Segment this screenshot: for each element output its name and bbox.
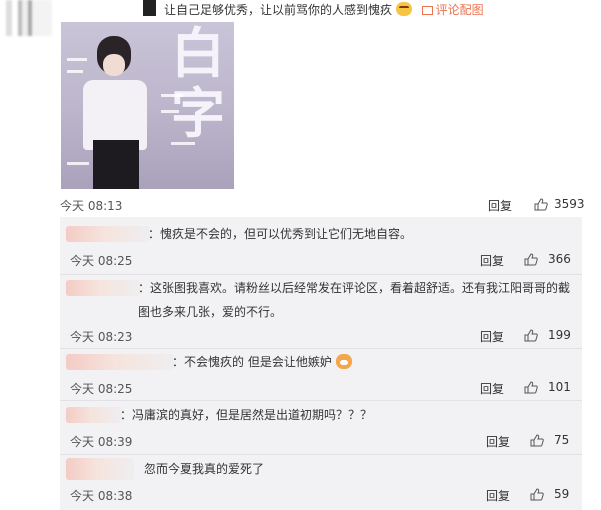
comment-picture-label: 评论配图 (435, 3, 484, 17)
reply-list: ：愧疚是不会的，但可以优秀到让它们无地自容。 今天 08:25 回复 366 ：… (60, 217, 582, 510)
reply-text: ：不会愧疚的 但是会让他嫉妒 (172, 350, 352, 374)
reply-meta: 今天 08:23 回复 199 (70, 328, 578, 344)
thumbs-up-icon[interactable] (534, 198, 548, 211)
reply-username-redacted[interactable] (66, 458, 134, 480)
comment-time: 今天 08:13 (60, 199, 123, 213)
reply-meta: 今天 08:38 回复 59 (70, 487, 578, 503)
poster-line (67, 58, 87, 61)
weary-face-emoji-icon (395, 2, 412, 16)
like-count: 59 (554, 487, 570, 501)
reply-meta: 今天 08:25 回复 101 (70, 380, 578, 396)
poster-line (67, 70, 83, 73)
reply-time: 今天 08:23 (70, 330, 133, 344)
thumbs-up-icon[interactable] (524, 329, 538, 342)
thumbs-up-icon[interactable] (524, 381, 538, 394)
comment-picture-link[interactable]: 评论配图 (421, 3, 484, 17)
blurred-avatar[interactable] (6, 0, 52, 36)
reply-meta: 今天 08:25 回复 366 (70, 252, 578, 268)
poster-line (67, 162, 89, 165)
reply-item: ：冯庸滨的真好，但是居然是出道初期吗？？？ 今天 08:39 回复 75 (60, 401, 582, 455)
reply-time: 今天 08:25 (70, 254, 133, 268)
like-count: 3593 (554, 197, 585, 211)
poster-line (171, 142, 195, 145)
person-pants (93, 140, 139, 189)
reply-text: 忽而今夏我真的爱死了 (144, 462, 265, 476)
reply-text-content: ：不会愧疚的 但是会让他嫉妒 (172, 355, 332, 369)
reply-button[interactable]: 回复 (480, 328, 504, 345)
like-count: 75 (554, 433, 570, 447)
reply-text: ：愧疚是不会的，但可以优秀到让它们无地自容。 (148, 227, 413, 241)
thumbs-up-icon[interactable] (530, 434, 544, 447)
reply-meta: 今天 08:39 回复 75 (70, 433, 578, 449)
reply-item: 忽而今夏我真的爱死了 今天 08:38 回复 59 (60, 455, 582, 510)
reply-item: ：不会愧疚的 但是会让他嫉妒 今天 08:25 回复 101 (60, 349, 582, 401)
comment-photo[interactable]: 白字 (61, 22, 234, 189)
reply-button[interactable]: 回复 (480, 380, 504, 397)
person-face (103, 54, 125, 76)
photo-poster-text: 白字 (171, 22, 225, 145)
reply-text: ：冯庸滨的真好，但是居然是出道初期吗？？？ (120, 408, 373, 422)
main-comment: 让自己足够优秀，让以前骂你的人感到愧疚 评论配图 (164, 1, 484, 18)
poster-line (161, 110, 179, 113)
like-count: 366 (548, 252, 571, 266)
reply-button[interactable]: 回复 (486, 433, 510, 450)
reply-text: ：这张图我喜欢。请粉丝以后经常发在评论区，看着超舒适。还有我江阳哥哥的截图也多来… (138, 281, 571, 319)
image-icon (421, 6, 433, 15)
reply-username-redacted[interactable] (66, 280, 140, 296)
reply-time: 今天 08:38 (70, 489, 133, 503)
poster-line (161, 94, 183, 97)
reply-username-redacted[interactable] (66, 407, 122, 423)
reply-time: 今天 08:25 (70, 382, 133, 396)
reply-time: 今天 08:39 (70, 435, 133, 449)
reply-username-redacted[interactable] (66, 226, 150, 242)
like-count: 199 (548, 328, 571, 342)
thumbs-up-icon[interactable] (530, 488, 544, 501)
reply-button[interactable]: 回复 (488, 197, 512, 214)
username-redaction (143, 0, 156, 16)
main-comment-text: 让自己足够优秀，让以前骂你的人感到愧疚 (164, 3, 393, 17)
reply-button[interactable]: 回复 (486, 487, 510, 504)
like-count: 101 (548, 380, 571, 394)
main-comment-meta: 今天 08:13 回复 3593 (60, 197, 585, 214)
reply-item: ：愧疚是不会的，但可以优秀到让它们无地自容。 今天 08:25 回复 366 (60, 217, 582, 275)
reply-item: ：这张图我喜欢。请粉丝以后经常发在评论区，看着超舒适。还有我江阳哥哥的截图也多来… (60, 275, 582, 349)
reply-username-redacted[interactable] (66, 354, 174, 370)
thumbs-up-icon[interactable] (524, 253, 538, 266)
reply-button[interactable]: 回复 (480, 252, 504, 269)
cat-face-emoji-icon (335, 354, 352, 369)
